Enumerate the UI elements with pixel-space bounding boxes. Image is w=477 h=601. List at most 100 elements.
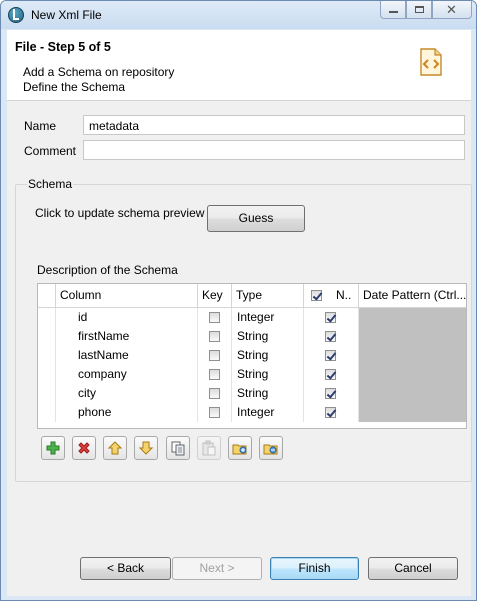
nullable-checkbox[interactable] [325,407,336,418]
table-row[interactable]: id Integer [38,308,466,327]
date-pattern-cell [359,327,466,346]
type-cell[interactable]: String [232,346,304,365]
date-pattern-cell [359,308,466,327]
name-field[interactable]: metadata [83,115,465,135]
remove-button[interactable] [72,436,96,460]
table-row[interactable]: firstName String [38,327,466,346]
nullable-cell[interactable] [304,365,359,384]
column-name-cell[interactable]: phone [56,403,198,422]
xml-file-icon [420,48,442,76]
key-cell[interactable] [198,365,232,384]
key-checkbox[interactable] [209,350,220,361]
back-button[interactable]: < Back [80,557,171,580]
key-cell[interactable] [198,308,232,327]
date-pattern-cell [359,403,466,422]
new-xml-file-dialog: New Xml File ✕ File - Step 5 of 5 Add a … [0,0,477,601]
talend-app-icon [8,7,24,23]
column-name-cell[interactable]: city [56,384,198,403]
next-button[interactable]: Next > [172,557,262,580]
column-header-nullable[interactable]: N.. [304,284,359,307]
column-name-cell[interactable]: company [56,365,198,384]
title-bar[interactable]: New Xml File ✕ [1,1,476,29]
close-button[interactable]: ✕ [432,1,472,19]
comment-label: Comment [24,144,77,158]
type-cell[interactable]: String [232,327,304,346]
column-header-column[interactable]: Column [56,284,198,307]
key-checkbox[interactable] [209,369,220,380]
type-cell[interactable]: String [232,384,304,403]
column-header-date-pattern[interactable]: Date Pattern (Ctrl... [359,284,466,307]
key-cell[interactable] [198,384,232,403]
key-checkbox[interactable] [209,312,220,323]
nullable-checkbox[interactable] [325,312,336,323]
close-icon: ✕ [446,2,457,17]
type-cell[interactable]: Integer [232,403,304,422]
nullable-cell[interactable] [304,308,359,327]
nullable-cell[interactable] [304,346,359,365]
export-button[interactable] [259,436,283,460]
type-cell[interactable]: Integer [232,308,304,327]
schema-description-label: Description of the Schema [37,263,178,277]
schema-table-header: Column Key Type N.. Date Pattern (Ctrl..… [38,284,466,308]
row-selector[interactable] [38,346,56,365]
finish-button[interactable]: Finish [270,557,359,580]
table-row[interactable]: company String [38,365,466,384]
column-name-cell[interactable]: id [56,308,198,327]
row-selector[interactable] [38,384,56,403]
move-up-button[interactable] [103,436,127,460]
add-button[interactable] [41,436,65,460]
nullable-cell[interactable] [304,403,359,422]
date-pattern-cell [359,346,466,365]
window-title: New Xml File [31,8,102,22]
nullable-checkbox[interactable] [325,369,336,380]
maximize-icon [415,6,424,13]
copy-button[interactable] [166,436,190,460]
column-header-type[interactable]: Type [232,284,304,307]
column-name-cell[interactable]: firstName [56,327,198,346]
nullable-checkbox[interactable] [325,331,336,342]
type-header-label: Type [236,288,263,302]
schema-table: Column Key Type N.. Date Pattern (Ctrl..… [37,283,467,429]
comment-field[interactable] [83,140,465,160]
header-description-line2: Define the Schema [23,80,126,94]
nullable-header-checkbox[interactable] [311,290,322,301]
table-row[interactable]: lastName String [38,346,466,365]
paste-button[interactable] [197,436,221,460]
guess-button[interactable]: Guess [207,205,305,232]
row-header-column [38,284,56,307]
minimize-icon [389,11,398,13]
column-header-key[interactable]: Key [198,284,232,307]
column-header-label: Column [60,288,102,302]
key-cell[interactable] [198,327,232,346]
cancel-button[interactable]: Cancel [368,557,458,580]
nullable-cell[interactable] [304,384,359,403]
column-name-cell[interactable]: lastName [56,346,198,365]
key-cell[interactable] [198,346,232,365]
key-cell[interactable] [198,403,232,422]
header-description-line1: Add a Schema on repository [23,65,175,79]
key-checkbox[interactable] [209,407,220,418]
minimize-button[interactable] [380,1,406,19]
table-row[interactable]: phone Integer [38,403,466,422]
key-checkbox[interactable] [209,331,220,342]
name-label: Name [24,119,57,133]
nullable-header-label: N.. [336,288,352,302]
table-row[interactable]: city String [38,384,466,403]
row-selector[interactable] [38,327,56,346]
row-selector[interactable] [38,308,56,327]
nullable-checkbox[interactable] [325,388,336,399]
row-selector[interactable] [38,403,56,422]
import-button[interactable] [228,436,252,460]
move-down-button[interactable] [134,436,158,460]
step-title: File - Step 5 of 5 [15,40,111,54]
nullable-checkbox[interactable] [325,350,336,361]
nullable-cell[interactable] [304,327,359,346]
key-checkbox[interactable] [209,388,220,399]
date-pattern-cell [359,365,466,384]
schema-group-label: Schema [27,177,74,191]
maximize-button[interactable] [406,1,432,19]
type-cell[interactable]: String [232,365,304,384]
wizard-header: File - Step 5 of 5 Add a Schema on repos… [7,30,471,101]
row-selector[interactable] [38,365,56,384]
key-header-label: Key [202,288,223,302]
